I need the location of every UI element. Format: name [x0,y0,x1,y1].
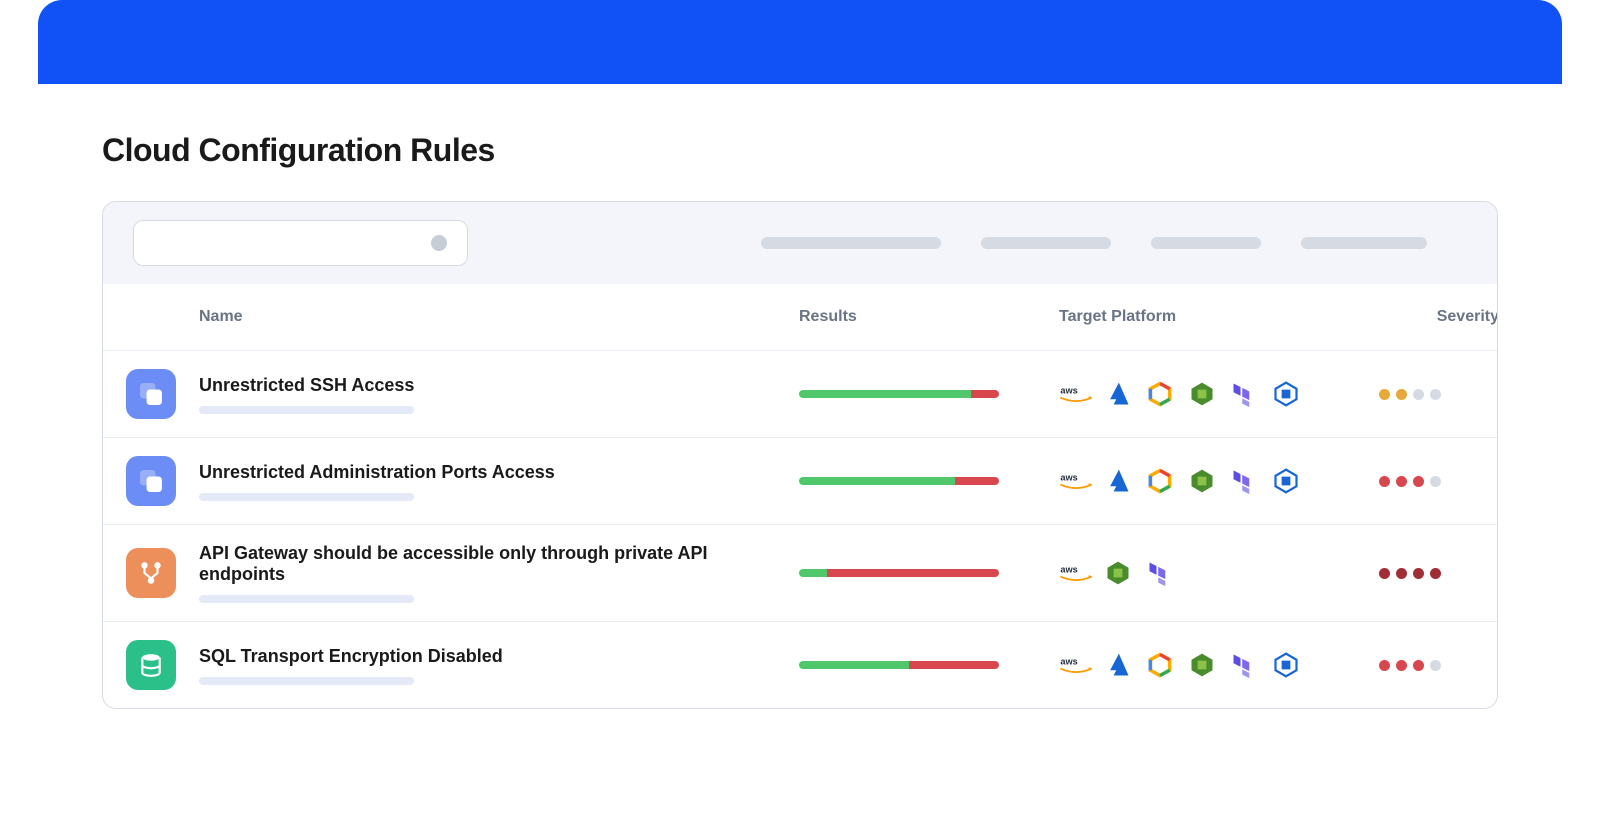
svg-text:aws: aws [1060,564,1077,574]
column-name[interactable]: Name [199,308,799,326]
terraform-icon [1143,556,1177,590]
rule-name: SQL Transport Encryption Disabled [199,646,775,667]
custom-blue-icon [1269,648,1303,682]
severity-dots [1379,568,1498,579]
column-severity[interactable]: Severity [1379,308,1498,326]
custom-green-icon [1185,377,1219,411]
terraform-icon [1227,464,1261,498]
table-row[interactable]: Unrestricted SSH Access aws [103,351,1497,438]
rule-subtitle-placeholder [199,493,414,501]
api-gateway-icon [126,548,176,598]
custom-green-icon [1101,556,1135,590]
aws-icon: aws [1059,648,1093,682]
results-bar [799,569,999,577]
toolbar [103,202,1497,284]
platforms-cell: aws [1059,648,1379,682]
rule-subtitle-placeholder [199,595,414,603]
platforms-cell: aws [1059,377,1379,411]
results-bar [799,661,999,669]
severity-dots [1379,476,1498,487]
rule-subtitle-placeholder [199,406,414,414]
gcp-icon [1143,377,1177,411]
svg-text:aws: aws [1060,472,1077,482]
azure-icon [1101,464,1135,498]
filter-placeholder[interactable] [1151,237,1261,249]
platforms-cell: aws [1059,556,1379,590]
column-results[interactable]: Results [799,308,1059,326]
aws-icon: aws [1059,556,1093,590]
custom-green-icon [1185,648,1219,682]
rule-name: Unrestricted Administration Ports Access [199,462,775,483]
table-header: Name Results Target Platform Severity [103,284,1497,351]
table-row[interactable]: API Gateway should be accessible only th… [103,525,1497,622]
header-bar [38,0,1562,84]
table-row[interactable]: SQL Transport Encryption Disabled aws [103,622,1497,708]
custom-blue-icon [1269,464,1303,498]
terraform-icon [1227,648,1261,682]
table-row[interactable]: Unrestricted Administration Ports Access… [103,438,1497,525]
gcp-icon [1143,648,1177,682]
results-bar [799,390,999,398]
results-bar [799,477,999,485]
filter-placeholder[interactable] [981,237,1111,249]
database-icon [126,640,176,690]
severity-dots [1379,660,1498,671]
svg-text:aws: aws [1060,385,1077,395]
column-target[interactable]: Target Platform [1059,308,1379,326]
aws-icon: aws [1059,377,1093,411]
security-group-icon [126,456,176,506]
custom-green-icon [1185,464,1219,498]
platforms-cell: aws [1059,464,1379,498]
azure-icon [1101,648,1135,682]
filter-placeholder[interactable] [1301,237,1427,249]
gcp-icon [1143,464,1177,498]
svg-text:aws: aws [1060,656,1077,666]
security-group-icon [126,369,176,419]
search-icon [431,235,447,251]
filter-placeholder[interactable] [761,237,941,249]
azure-icon [1101,377,1135,411]
severity-dots [1379,389,1498,400]
aws-icon: aws [1059,464,1093,498]
rule-subtitle-placeholder [199,677,414,685]
rule-name: Unrestricted SSH Access [199,375,775,396]
terraform-icon [1227,377,1261,411]
search-input[interactable] [133,220,468,266]
rule-name: API Gateway should be accessible only th… [199,543,775,585]
page-title: Cloud Configuration Rules [102,132,1498,169]
rules-card: Name Results Target Platform Severity Un… [102,201,1498,709]
custom-blue-icon [1269,377,1303,411]
